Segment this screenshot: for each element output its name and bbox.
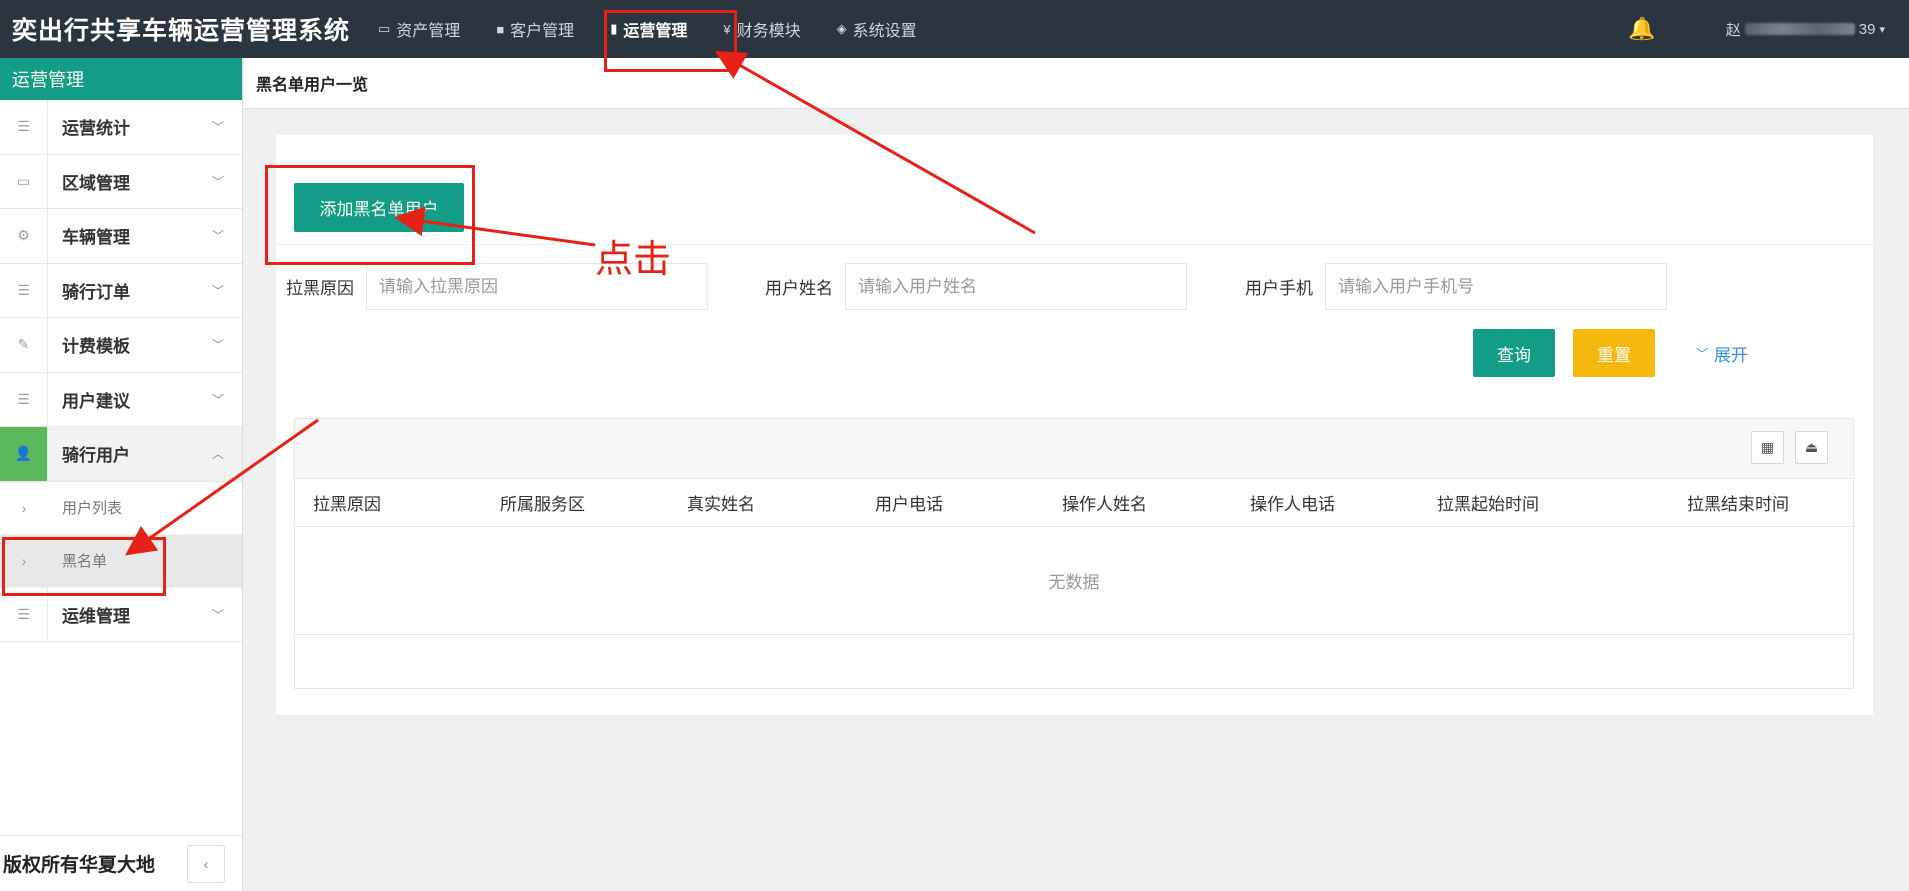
sidebar-item-vehicle-management[interactable]: ⚙ 车辆管理 ﹀ [0,209,242,264]
sidebar-item-billing-templates[interactable]: ✎ 计费模板 ﹀ [0,318,242,373]
user-icon: 👤 [0,427,48,481]
sidebar-item-ride-orders[interactable]: ☰ 骑行订单 ﹀ [0,263,242,318]
column-header[interactable]: 拉黑起始时间 [1437,490,1539,515]
table-header: 拉黑原因 所属服务区 真实姓名 用户电话 操作人姓名 操作人电话 拉黑起始时间 … [295,479,1853,527]
column-header[interactable]: 操作人姓名 [1062,490,1147,515]
sidebar-item-label: 运维管理 [62,606,130,626]
collapse-sidebar-button[interactable]: ‹ [187,844,225,883]
app-title: 奕出行共享车辆运营管理系统 [12,17,351,45]
phone-field: 用户手机 [1235,263,1667,310]
page-title: 黑名单用户一览 [244,58,1909,109]
sidebar-item-label: 车辆管理 [62,228,130,248]
user-menu[interactable]: 赵 39 ▾ [1726,19,1885,40]
name-label: 用户姓名 [765,279,833,298]
sidebar-item-label: 计费模板 [62,337,130,357]
main-panel: 添加黑名单用户 拉黑原因 用户姓名 用户手机 查询 重置 ﹀ 展开 ▦ ⏏ 拉黑… [276,135,1873,715]
sidebar-title: 运营管理 [0,58,242,100]
user-name-prefix: 赵 [1725,21,1741,39]
nav-label: 客户管理 [510,23,575,40]
sidebar-item-label: 骑行用户 [62,446,130,466]
chevron-down-icon: ﹀ [211,120,224,135]
phone-label: 用户手机 [1245,279,1313,298]
chevron-down-icon: ﹀ [211,607,224,622]
column-header[interactable]: 拉黑结束时间 [1687,490,1789,515]
monitor-icon: ▭ [378,21,391,36]
copyright-text: 版权所有华夏大地 [3,855,156,876]
phone-input[interactable] [1325,263,1667,310]
sidebar-subitem-user-list[interactable]: › 用户列表 [0,482,242,535]
sidebar-footer: 版权所有华夏大地 ‹ [0,835,243,891]
divider [276,244,1873,245]
query-button[interactable]: 查询 [1473,329,1555,377]
top-navbar: 奕出行共享车辆运营管理系统 ▭ 资产管理 ■ 客户管理 ▮ 运营管理 ¥ 财务模… [0,0,1909,58]
chevron-down-icon: ﹀ [211,283,224,298]
redacted-phone [1744,23,1855,35]
reset-button[interactable]: 重置 [1573,329,1655,377]
column-header[interactable]: 真实姓名 [687,490,755,515]
sidebar-item-area-management[interactable]: ▭ 区域管理 ﹀ [0,154,242,209]
list-icon: ☰ [0,372,48,426]
name-input[interactable] [845,263,1187,310]
annotation-box-add-button [265,165,475,265]
chevron-right-icon: › [21,499,27,516]
export-icon[interactable]: ⏏ [1795,431,1828,464]
column-header[interactable]: 用户电话 [875,490,943,515]
nav-label: 资产管理 [396,23,461,40]
expand-label: 展开 [1714,346,1749,365]
chevron-up-icon: ︿ [211,447,224,462]
briefcase-icon: ■ [496,21,505,37]
annotation-box-blacklist [2,537,166,596]
user-name-suffix: 39 [1858,20,1876,38]
expand-toggle[interactable]: ﹀ 展开 [1696,341,1748,366]
empty-state: 无数据 [295,527,1853,635]
sidebar-item-label: 用户建议 [62,391,130,411]
nav-customer-management[interactable]: ■ 客户管理 [478,0,592,58]
nav-system-settings[interactable]: ◈ 系统设置 [819,0,935,58]
annotation-click-text: 点击 [595,237,672,281]
cube-icon: ◈ [836,21,847,36]
blacklist-table: ▦ ⏏ 拉黑原因 所属服务区 真实姓名 用户电话 操作人姓名 操作人电话 拉黑起… [294,418,1854,689]
top-right-area: 🔔 赵 39 ▾ [1628,0,1909,58]
list-icon: ☰ [0,263,48,317]
columns-icon[interactable]: ▦ [1751,431,1784,464]
gear-icon: ⚙ [0,209,48,263]
name-field: 用户姓名 [755,263,1187,310]
sidebar-item-operation-stats[interactable]: ☰ 运营统计 ﹀ [0,100,242,155]
chevron-down-icon: ﹀ [211,174,224,189]
nav-asset-management[interactable]: ▭ 资产管理 [360,0,478,58]
annotation-box-nav [604,10,737,72]
sidebar-item-riding-users[interactable]: 👤 骑行用户 ︿ [0,427,242,482]
sidebar-item-label: 运营统计 [62,119,130,139]
column-header[interactable]: 拉黑原因 [313,490,381,515]
sidebar: 运营管理 ☰ 运营统计 ﹀ ▭ 区域管理 ﹀ ⚙ 车辆管理 ﹀ ☰ 骑行订单 ﹀… [0,58,243,891]
nav-label: 财务模块 [736,23,801,40]
list-icon: ☰ [0,100,48,154]
chevron-down-icon: ﹀ [211,229,224,244]
table-toolbar: ▦ ⏏ [295,419,1853,479]
card-icon: ▭ [0,154,48,208]
column-header[interactable]: 所属服务区 [500,490,585,515]
column-header[interactable]: 操作人电话 [1250,490,1335,515]
caret-down-icon: ▾ [1879,23,1885,36]
nav-label: 系统设置 [852,23,917,40]
chevron-down-icon: ﹀ [211,338,224,353]
chevron-down-icon: ﹀ [211,392,224,407]
bell-icon[interactable]: 🔔 [1628,16,1655,42]
sidebar-item-user-suggestions[interactable]: ☰ 用户建议 ﹀ [0,372,242,427]
edit-icon: ✎ [0,318,48,372]
sidebar-item-label: 骑行订单 [62,282,130,302]
search-form: 拉黑原因 用户姓名 用户手机 [276,263,1873,313]
reason-label: 拉黑原因 [286,279,354,298]
chevron-down-icon: ﹀ [1696,347,1709,361]
sidebar-item-label: 区域管理 [62,173,130,193]
sidebar-subitem-label: 用户列表 [62,500,123,517]
